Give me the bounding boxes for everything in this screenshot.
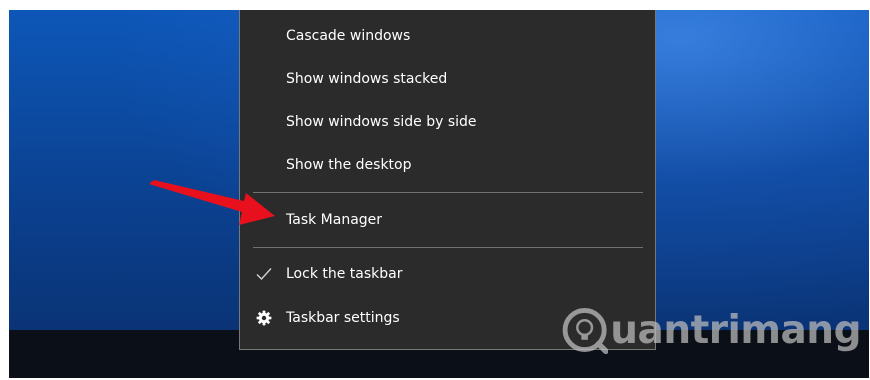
menu-item-label: Lock the taskbar xyxy=(286,266,403,282)
menu-item-label: Show windows side by side xyxy=(286,114,477,130)
menu-item-label: Show the desktop xyxy=(286,157,412,173)
menu-item-show-windows-stacked[interactable]: Show windows stacked xyxy=(240,59,655,99)
taskbar-context-menu: Cascade windows Show windows stacked Sho… xyxy=(239,10,656,350)
menu-item-lock-the-taskbar[interactable]: Lock the taskbar xyxy=(240,254,655,294)
menu-item-label: Cascade windows xyxy=(286,28,411,44)
menu-item-label: Task Manager xyxy=(286,212,383,228)
menu-item-show-the-desktop[interactable]: Show the desktop xyxy=(240,145,655,185)
screen-frame: Cascade windows Show windows stacked Sho… xyxy=(9,10,869,378)
check-icon xyxy=(254,264,274,284)
menu-separator xyxy=(253,247,643,248)
menu-item-label: Taskbar settings xyxy=(286,310,400,326)
menu-item-label: Show windows stacked xyxy=(286,71,448,87)
quantrimang-watermark: uantrimang xyxy=(561,300,861,360)
menu-separator xyxy=(253,192,643,193)
menu-item-show-windows-side-by-side[interactable]: Show windows side by side xyxy=(240,102,655,142)
menu-item-task-manager[interactable]: Task Manager xyxy=(240,200,655,240)
screenshot: Cascade windows Show windows stacked Sho… xyxy=(0,0,870,380)
red-arrow-annotation xyxy=(149,180,275,225)
watermark-text: uantrimang xyxy=(610,307,861,353)
menu-item-cascade-windows[interactable]: Cascade windows xyxy=(240,16,655,56)
gear-icon xyxy=(254,308,274,328)
lightbulb-logo-icon xyxy=(562,307,609,355)
